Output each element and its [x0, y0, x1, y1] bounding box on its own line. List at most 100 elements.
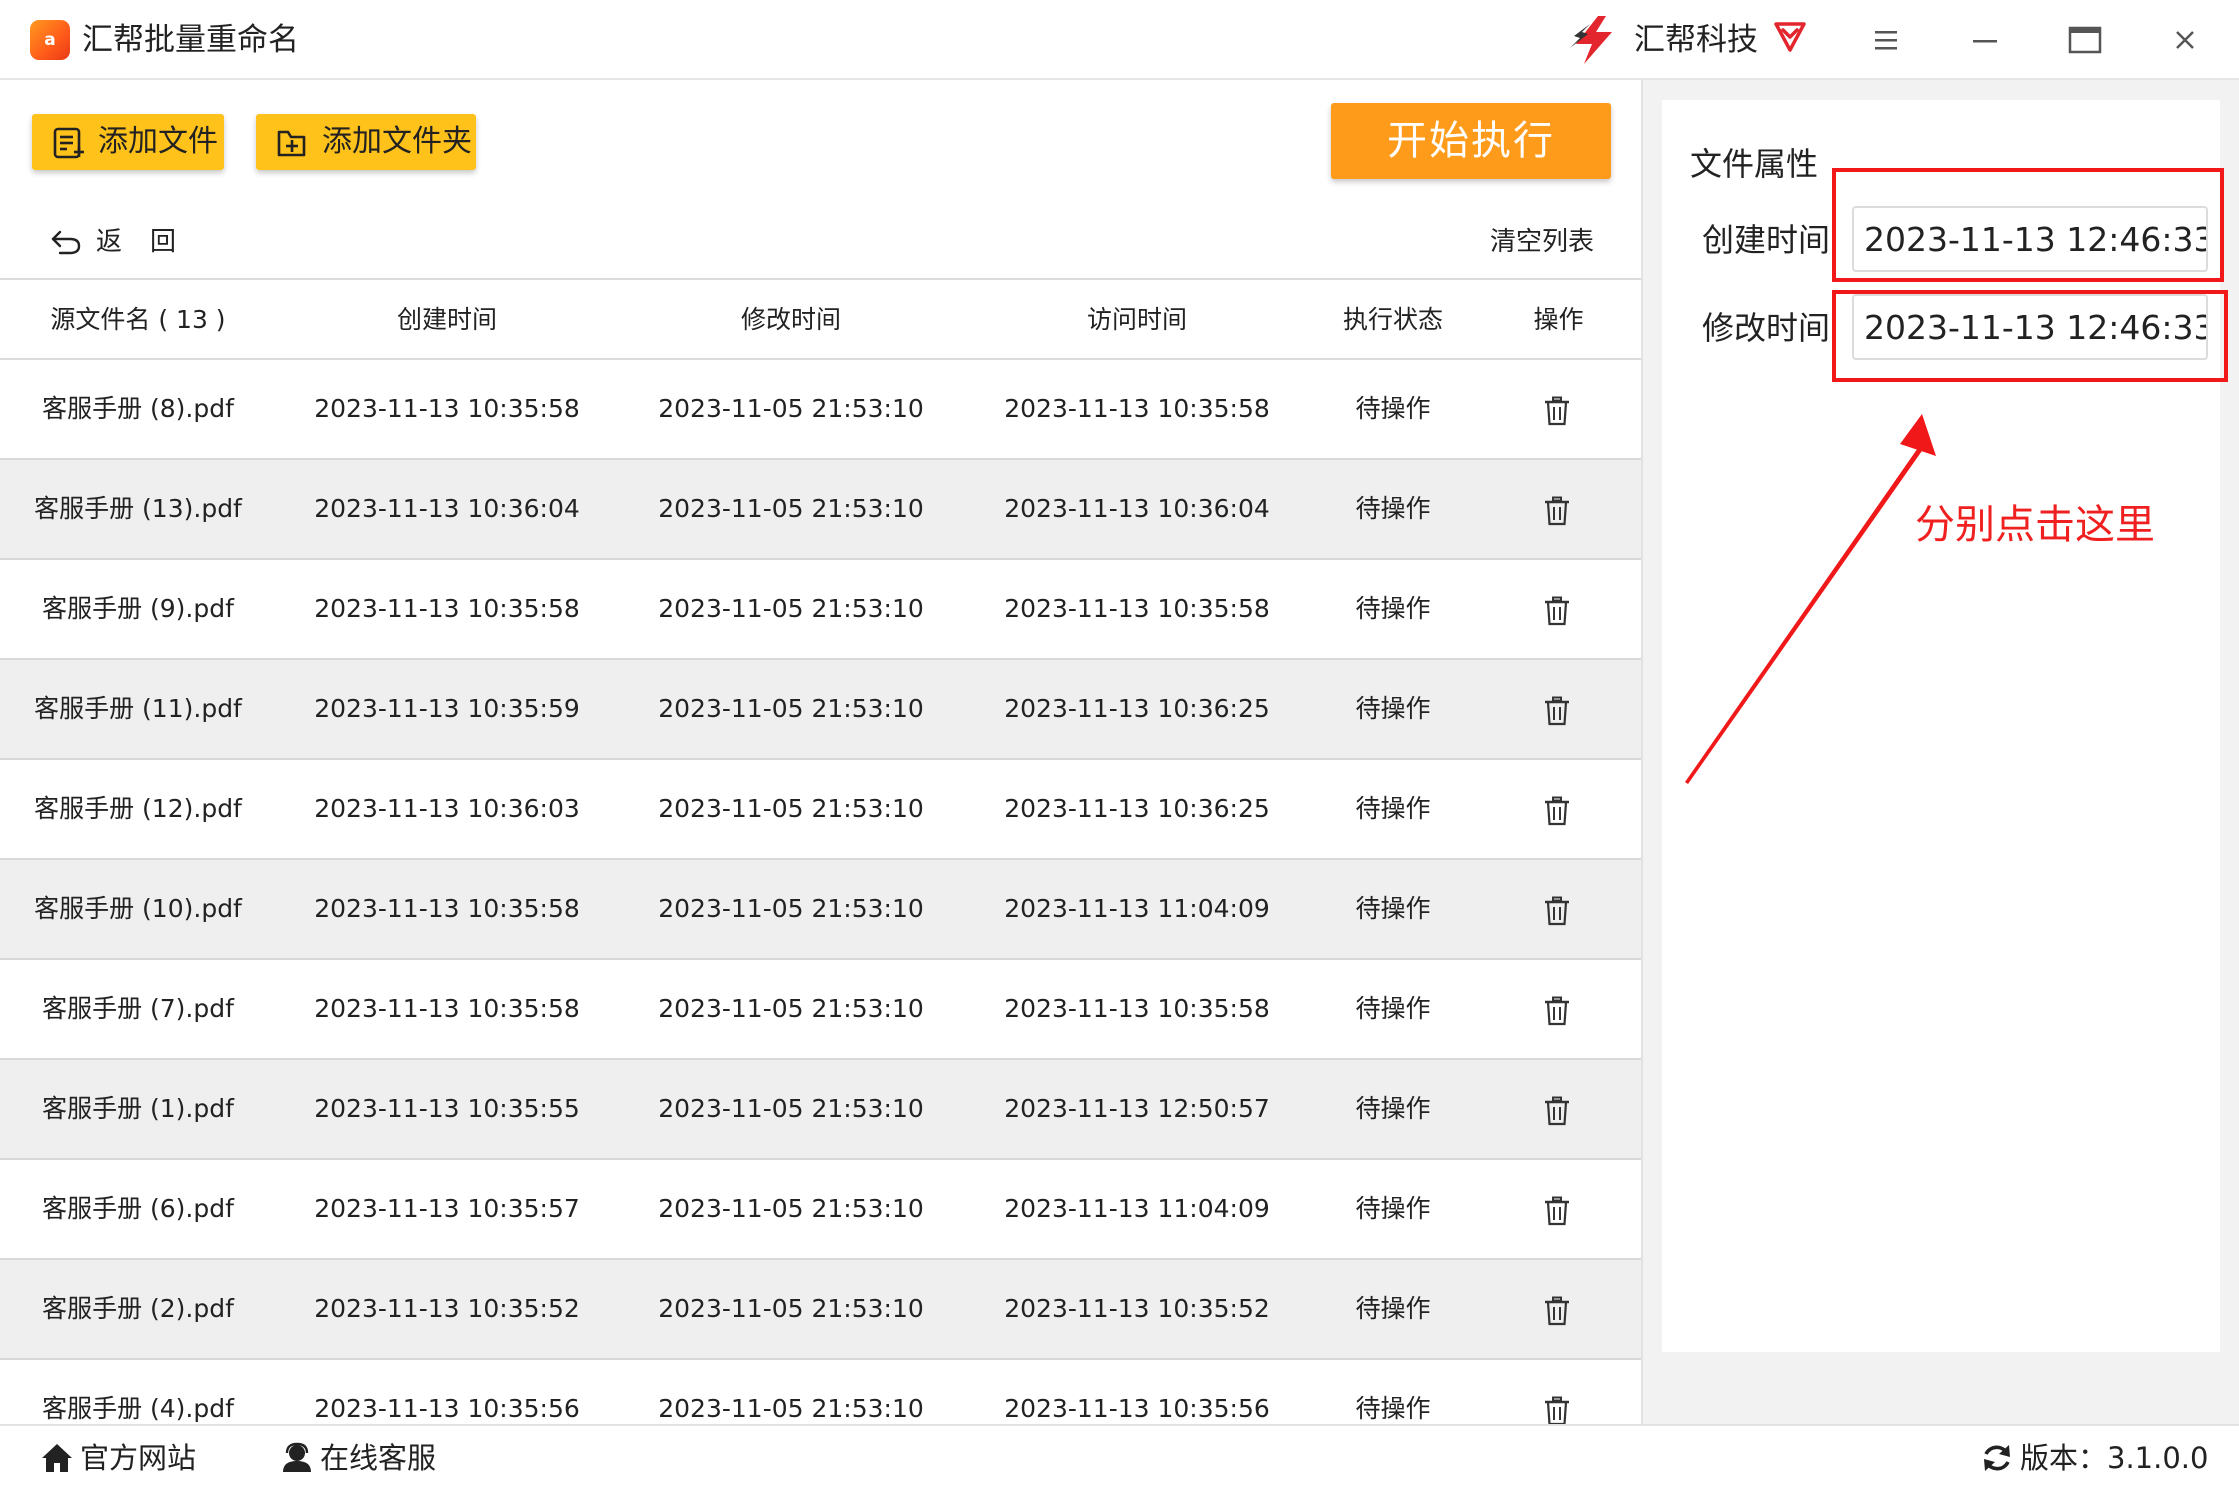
trash-icon[interactable] [1543, 896, 1571, 926]
add-file-button[interactable]: 添加文件 [32, 114, 224, 170]
file-name-cell: 客服手册 (4).pdf [42, 1394, 234, 1423]
action-cell [1476, 1260, 1641, 1358]
created-time-cell: 2023-11-13 10:35:58 [314, 894, 580, 923]
action-cell [1476, 1160, 1641, 1258]
minimize-icon[interactable] [1960, 16, 2010, 64]
created-time-cell: 2023-11-13 10:35:56 [314, 1394, 580, 1423]
created-time-label: 创建时间 [1702, 221, 1831, 259]
action-cell [1476, 1060, 1641, 1158]
trash-icon[interactable] [1543, 996, 1571, 1026]
file-name-cell: 客服手册 (9).pdf [42, 594, 234, 623]
trash-icon[interactable] [1543, 696, 1571, 726]
table-row[interactable]: 客服手册 (8).pdf 2023-11-13 10:35:58 2023-11-0… [0, 360, 1641, 460]
close-icon[interactable] [2160, 16, 2210, 64]
accessed-time-cell: 2023-11-13 10:35:58 [1004, 994, 1270, 1023]
table-row[interactable]: 客服手册 (12).pdf 2023-11-13 10:36:03 2023-11-… [0, 760, 1641, 860]
modified-time-cell: 2023-11-05 21:53:10 [658, 794, 924, 823]
file-name-cell: 客服手册 (13).pdf [34, 494, 242, 523]
table-row[interactable]: 客服手册 (4).pdf 2023-11-13 10:35:56 2023-11-0… [0, 1360, 1641, 1424]
refresh-icon [1984, 1445, 2010, 1471]
header-accessed[interactable]: 访问时间 [964, 280, 1310, 360]
table-row[interactable]: 客服手册 (6).pdf 2023-11-13 10:35:57 2023-11-0… [0, 1160, 1641, 1260]
table-row[interactable]: 客服手册 (1).pdf 2023-11-13 10:35:55 2023-11-0… [0, 1060, 1641, 1160]
accessed-time-cell: 2023-11-13 10:35:58 [1004, 394, 1270, 423]
status-cell: 待操作 [1355, 994, 1431, 1023]
action-cell [1476, 960, 1641, 1058]
accessed-time-cell: 2023-11-13 10:36:25 [1004, 694, 1270, 723]
home-icon [42, 1444, 72, 1472]
trash-icon[interactable] [1543, 1396, 1571, 1424]
panel-title: 文件属性 [1690, 145, 1819, 183]
created-time-cell: 2023-11-13 10:35:55 [314, 1094, 580, 1123]
accessed-time-cell: 2023-11-13 10:35:56 [1004, 1394, 1270, 1423]
add-folder-label: 添加文件夹 [322, 124, 472, 159]
status-cell: 待操作 [1355, 494, 1431, 523]
table-header: 源文件名 ( 13 ) 创建时间 修改时间 访问时间 执行状态 操作 [0, 278, 1641, 360]
maximize-icon[interactable] [2060, 16, 2110, 64]
action-cell [1476, 860, 1641, 958]
file-name-cell: 客服手册 (11).pdf [34, 694, 242, 723]
start-button[interactable]: 开始执行 [1331, 103, 1611, 179]
annotation-box-created [1832, 168, 2224, 282]
user-icon [283, 1442, 311, 1472]
action-cell [1476, 760, 1641, 858]
header-status: 执行状态 [1342, 305, 1443, 334]
action-cell [1476, 360, 1641, 458]
modified-time-cell: 2023-11-05 21:53:10 [658, 394, 924, 423]
header-name[interactable]: 源文件名 ( 13 ) [0, 280, 276, 360]
accessed-time-cell: 2023-11-13 10:35:58 [1004, 594, 1270, 623]
action-cell [1476, 1360, 1641, 1424]
add-file-label: 添加文件 [98, 124, 218, 159]
header-action: 操作 [1533, 305, 1584, 334]
trash-icon[interactable] [1543, 1196, 1571, 1226]
file-name-cell: 客服手册 (10).pdf [34, 894, 242, 923]
table-row[interactable]: 客服手册 (10).pdf 2023-11-13 10:35:58 2023-11-… [0, 860, 1641, 960]
app-logo-icon: a [30, 20, 70, 60]
trash-icon[interactable] [1543, 1096, 1571, 1126]
header-created[interactable]: 创建时间 [276, 280, 618, 360]
created-time-cell: 2023-11-13 10:36:04 [314, 494, 580, 523]
diamond-heart-icon[interactable] [1772, 18, 1808, 54]
trash-icon[interactable] [1543, 1296, 1571, 1326]
created-time-cell: 2023-11-13 10:35:58 [314, 594, 580, 623]
modified-time-cell: 2023-11-05 21:53:10 [658, 694, 924, 723]
status-cell: 待操作 [1355, 394, 1431, 423]
created-time-cell: 2023-11-13 10:36:03 [314, 794, 580, 823]
file-name-cell: 客服手册 (8).pdf [42, 394, 234, 423]
header-modified[interactable]: 修改时间 [618, 280, 964, 360]
version-info[interactable]: 版本：3.1.0.0 [1980, 1438, 2220, 1478]
official-website-link[interactable]: 官方网站 [40, 1438, 230, 1478]
title-bar: a 汇帮批量重命名 汇帮科技 [0, 0, 2239, 80]
status-cell: 待操作 [1355, 594, 1431, 623]
created-time-cell: 2023-11-13 10:35:52 [314, 1294, 580, 1323]
action-cell [1476, 660, 1641, 758]
app-window: a 汇帮批量重命名 汇帮科技 添加文件 添加文件夹 开始执行 返回 清空列表 源… [0, 0, 2239, 1489]
table-row[interactable]: 客服手册 (7).pdf 2023-11-13 10:35:58 2023-11-0… [0, 960, 1641, 1060]
trash-icon[interactable] [1543, 596, 1571, 626]
annotation-text: 分别点击这里 [1915, 502, 2155, 548]
table-row[interactable]: 客服手册 (13).pdf 2023-11-13 10:36:04 2023-11-… [0, 460, 1641, 560]
menu-icon[interactable] [1861, 16, 1911, 64]
clear-list-button[interactable]: 清空列表 [1490, 222, 1594, 262]
lightning-bolt-icon [1570, 16, 1612, 64]
add-folder-button[interactable]: 添加文件夹 [256, 114, 476, 170]
modified-time-label: 修改时间 [1702, 309, 1831, 347]
status-cell: 待操作 [1355, 1394, 1431, 1423]
accessed-time-cell: 2023-11-13 10:36:25 [1004, 794, 1270, 823]
table-row[interactable]: 客服手册 (2).pdf 2023-11-13 10:35:52 2023-11-0… [0, 1260, 1641, 1360]
table-row[interactable]: 客服手册 (9).pdf 2023-11-13 10:35:58 2023-11-0… [0, 560, 1641, 660]
add-file-icon [53, 127, 84, 159]
table-row[interactable]: 客服手册 (11).pdf 2023-11-13 10:35:59 2023-11-… [0, 660, 1641, 760]
created-time-cell: 2023-11-13 10:35:59 [314, 694, 580, 723]
trash-icon[interactable] [1543, 496, 1571, 526]
version-label: 版本：3.1.0.0 [2020, 1441, 2209, 1475]
modified-time-cell: 2023-11-05 21:53:10 [658, 494, 924, 523]
trash-icon[interactable] [1543, 796, 1571, 826]
trash-icon[interactable] [1543, 396, 1571, 426]
file-name-cell: 客服手册 (1).pdf [42, 1094, 234, 1123]
online-service-link[interactable]: 在线客服 [280, 1438, 470, 1478]
file-name-cell: 客服手册 (2).pdf [42, 1294, 234, 1323]
app-title: 汇帮批量重命名 [82, 22, 299, 58]
status-cell: 待操作 [1355, 1094, 1431, 1123]
annotation-arrow [1685, 414, 1936, 784]
